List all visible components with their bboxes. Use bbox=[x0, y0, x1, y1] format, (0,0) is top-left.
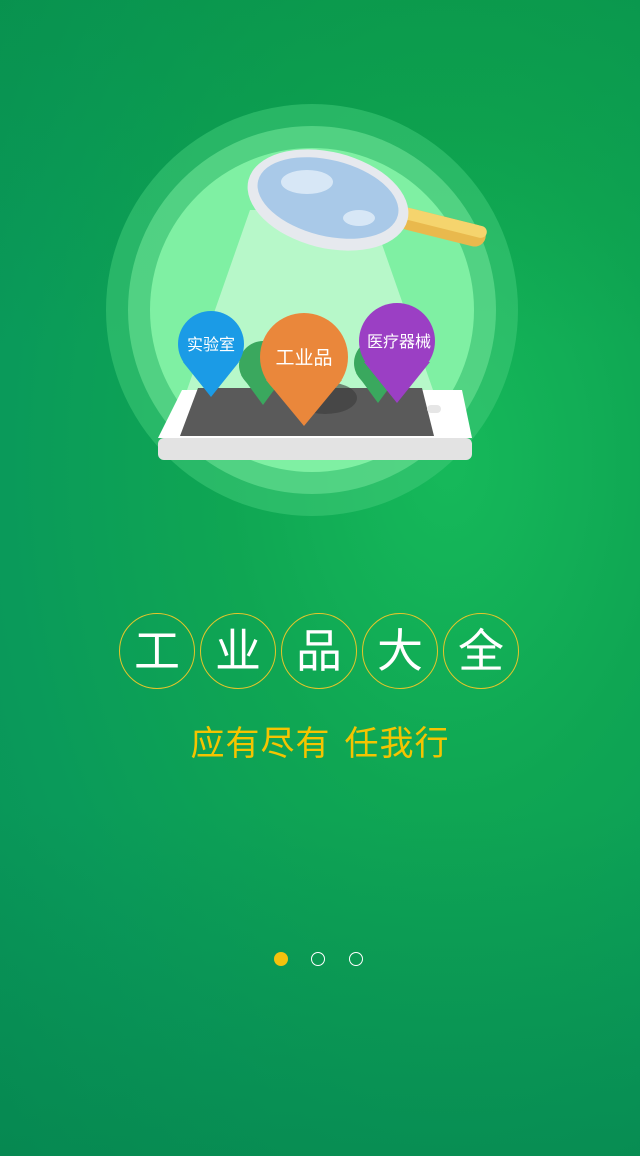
slogan-part-1: 应有尽有 bbox=[190, 724, 331, 764]
pin-medical-label: 医疗器械 bbox=[367, 332, 431, 351]
title-char-2: 业 bbox=[200, 613, 276, 689]
title-char-4: 大 bbox=[362, 613, 438, 689]
page-dot-1[interactable] bbox=[274, 952, 288, 966]
pin-laboratory-label: 实验室 bbox=[187, 335, 235, 354]
slogan: 应有尽有 任我行 bbox=[0, 716, 640, 765]
hero-svg: 实验室 工业品 医疗器械 bbox=[106, 104, 518, 516]
hero-illustration: 实验室 工业品 医疗器械 bbox=[100, 100, 540, 530]
title-char-5: 全 bbox=[443, 613, 519, 689]
title-char-1: 工 bbox=[119, 613, 195, 689]
page-indicator bbox=[274, 952, 368, 968]
page-dot-3[interactable] bbox=[349, 952, 363, 966]
slogan-part-2: 任我行 bbox=[344, 724, 450, 764]
title-char-3: 品 bbox=[281, 613, 357, 689]
page-dot-2[interactable] bbox=[311, 952, 325, 966]
page-title: 工 业 品 大 全 bbox=[119, 613, 523, 689]
pin-industrial-label: 工业品 bbox=[275, 347, 332, 369]
